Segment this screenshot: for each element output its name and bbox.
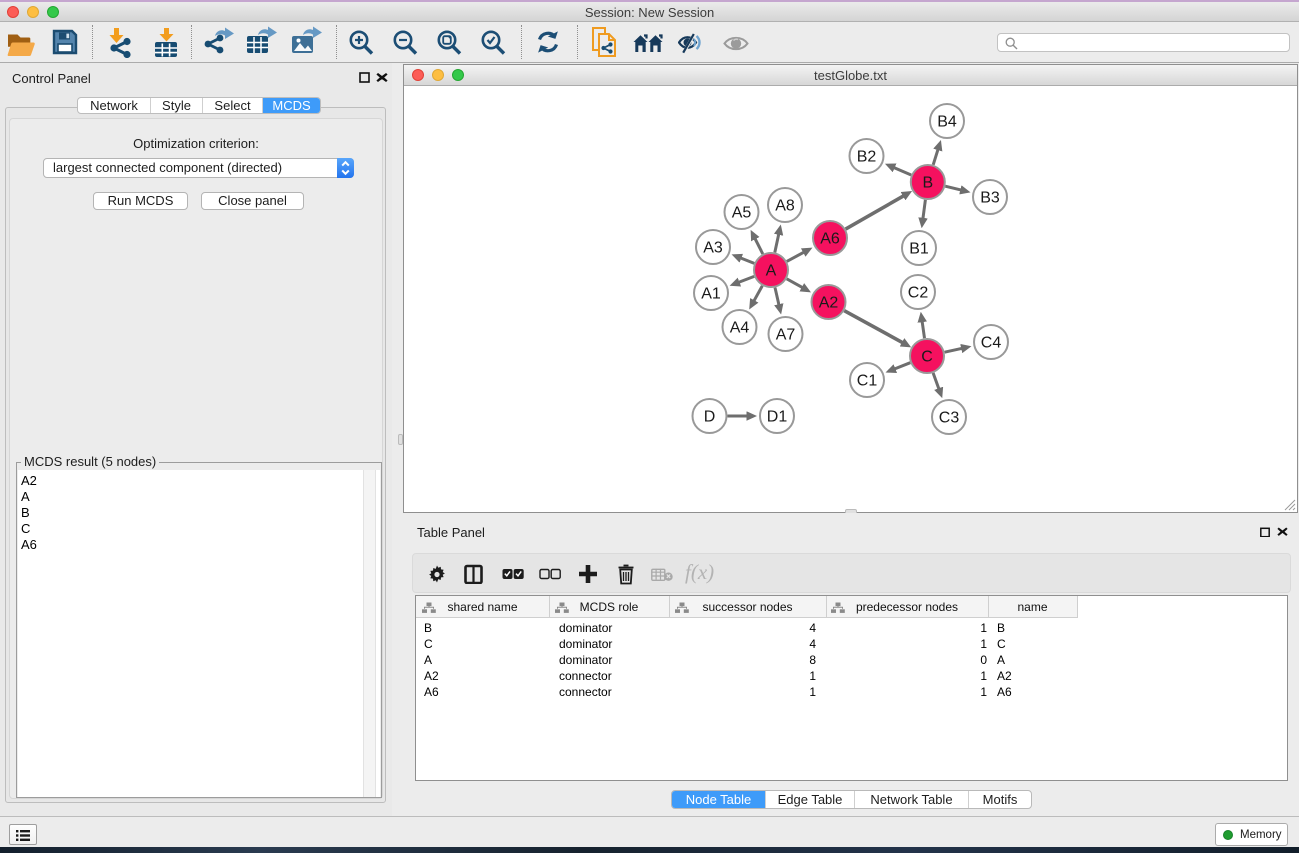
svg-text:C3: C3 [939, 410, 960, 427]
svg-text:C1: C1 [857, 373, 878, 390]
svg-text:A: A [766, 263, 777, 280]
svg-text:A8: A8 [775, 198, 795, 215]
svg-text:C: C [921, 349, 933, 366]
svg-text:A1: A1 [701, 286, 721, 303]
svg-text:A3: A3 [703, 240, 723, 257]
svg-text:B1: B1 [909, 241, 929, 258]
svg-text:A5: A5 [732, 205, 752, 222]
svg-text:A2: A2 [819, 295, 839, 312]
svg-text:A6: A6 [820, 231, 840, 248]
svg-text:C4: C4 [981, 335, 1002, 352]
svg-text:B: B [922, 175, 933, 192]
svg-text:B2: B2 [857, 149, 877, 166]
svg-text:A4: A4 [730, 320, 750, 337]
svg-text:D1: D1 [767, 409, 788, 426]
svg-text:B4: B4 [937, 114, 957, 131]
svg-text:A7: A7 [776, 327, 796, 344]
svg-text:C2: C2 [908, 285, 929, 302]
svg-text:B3: B3 [980, 190, 1000, 207]
svg-text:D: D [704, 409, 716, 426]
